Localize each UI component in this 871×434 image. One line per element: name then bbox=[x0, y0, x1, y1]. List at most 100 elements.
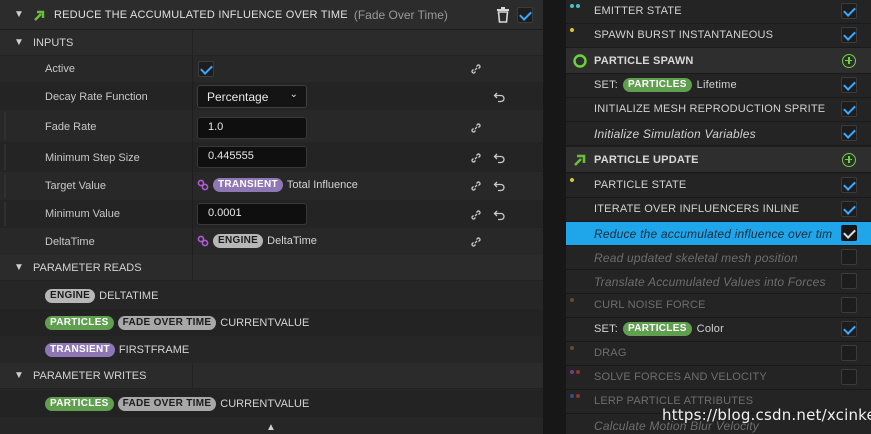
link-icon[interactable] bbox=[470, 236, 482, 248]
stack-item-spawn-burst[interactable]: SPAWN BURST INSTANTANEOUS bbox=[566, 24, 871, 48]
chevron-down-icon[interactable]: ▼ bbox=[12, 37, 26, 48]
stack-item-curl-noise[interactable]: CURL NOISE FORCE bbox=[566, 294, 871, 318]
stage-label: PARTICLE UPDATE bbox=[594, 154, 699, 166]
stack-item-enabled-checkbox[interactable] bbox=[841, 345, 857, 361]
chevron-down-icon[interactable]: ▼ bbox=[12, 262, 26, 273]
stack-item-emitter-state[interactable]: EMITTER STATE bbox=[566, 0, 871, 24]
stack-item-solve-forces[interactable]: SOLVE FORCES AND VELOCITY bbox=[566, 366, 871, 390]
panel-splitter[interactable] bbox=[543, 0, 566, 434]
stack-item-drag[interactable]: DRAG bbox=[566, 342, 871, 366]
column-divider bbox=[192, 82, 193, 110]
link-icon[interactable] bbox=[470, 63, 482, 75]
link-icon[interactable] bbox=[470, 209, 482, 221]
section-label: PARAMETER WRITES bbox=[33, 369, 147, 382]
module-enabled-checkbox[interactable] bbox=[517, 7, 533, 23]
namespace-badge: TRANSIENT bbox=[45, 342, 115, 357]
collapse-chevron-icon[interactable]: ▼ bbox=[12, 9, 26, 20]
stack-item-enabled-checkbox[interactable] bbox=[841, 3, 857, 19]
stack-item-enabled-checkbox[interactable] bbox=[841, 177, 857, 193]
update-arrow-icon bbox=[34, 10, 45, 21]
trash-icon[interactable] bbox=[496, 7, 510, 23]
stack-item-enabled-checkbox[interactable] bbox=[841, 101, 857, 117]
column-divider bbox=[192, 30, 193, 56]
reset-icon[interactable] bbox=[493, 91, 506, 103]
linked-parameter-icon bbox=[197, 235, 209, 247]
stack-item-enabled-checkbox[interactable] bbox=[841, 273, 857, 289]
minimum-value-input[interactable]: 0.0001 bbox=[197, 203, 307, 225]
module-subtitle: (Fade Over Time) bbox=[353, 7, 448, 22]
column-divider bbox=[192, 142, 193, 172]
stack-item-enabled-checkbox[interactable] bbox=[841, 125, 857, 141]
column-divider bbox=[192, 172, 193, 200]
watermark-text: https://blog.csdn.net/xcinkey bbox=[662, 406, 871, 424]
stack-item-set-color[interactable]: SET: PARTICLES Color bbox=[566, 318, 871, 342]
stack-item-label: CURL NOISE FORCE bbox=[594, 299, 706, 311]
stack-item-enabled-checkbox[interactable] bbox=[841, 225, 857, 241]
input-row-target-value: Target Value TRANSIENT Total Influence bbox=[0, 172, 543, 200]
stack-item-set-lifetime[interactable]: SET: PARTICLES Lifetime bbox=[566, 74, 871, 98]
stack-item-label: SPAWN BURST INSTANTANEOUS bbox=[594, 29, 774, 41]
add-module-icon[interactable] bbox=[842, 54, 856, 68]
link-icon[interactable] bbox=[470, 180, 482, 192]
linked-parameter-icon bbox=[197, 179, 209, 191]
active-checkbox[interactable] bbox=[198, 61, 214, 77]
minimum-step-size-input[interactable]: 0.445555 bbox=[197, 146, 307, 168]
namespace-badge: PARTICLES bbox=[623, 322, 692, 336]
reset-icon[interactable] bbox=[493, 209, 506, 221]
decay-rate-dropdown[interactable]: Percentage ⌄ bbox=[197, 85, 307, 108]
row-indent-bar bbox=[4, 144, 6, 170]
module-color-dots bbox=[570, 394, 580, 398]
module-color-dots bbox=[570, 346, 574, 350]
set-prefix: SET: bbox=[594, 79, 619, 91]
target-value-binding[interactable]: TRANSIENT Total Influence bbox=[197, 178, 358, 192]
stack-item-enabled-checkbox[interactable] bbox=[841, 27, 857, 43]
stage-label: PARTICLE SPAWN bbox=[594, 55, 694, 67]
namespace-badge: ENGINE bbox=[213, 234, 264, 248]
stack-item-enabled-checkbox[interactable] bbox=[841, 369, 857, 385]
chevron-up-icon[interactable]: ▲ bbox=[266, 422, 276, 433]
column-divider bbox=[192, 363, 193, 389]
input-label: Fade Rate bbox=[45, 121, 97, 133]
row-indent-bar bbox=[4, 174, 6, 198]
input-row-active: Active bbox=[0, 56, 543, 82]
stack-item-enabled-checkbox[interactable] bbox=[841, 249, 857, 265]
parameter-read-row: TRANSIENT FIRSTFRAME bbox=[0, 336, 543, 363]
input-row-minimum-value: Minimum Value 0.0001 bbox=[0, 200, 543, 228]
stack-item-label: EMITTER STATE bbox=[594, 5, 682, 17]
stack-item-iterate-influencers[interactable]: ITERATE OVER INFLUENCERS INLINE bbox=[566, 198, 871, 222]
module-header[interactable]: ▼ REDUCE THE ACCUMULATED INFLUENCE OVER … bbox=[0, 0, 543, 30]
stack-item-enabled-checkbox[interactable] bbox=[841, 297, 857, 313]
stack-item-particle-state[interactable]: PARTICLE STATE bbox=[566, 174, 871, 198]
module-title: REDUCE THE ACCUMULATED INFLUENCE OVER TI… bbox=[54, 8, 348, 21]
parameter-write-row: PARTICLES FADE OVER TIME CURRENTVALUE bbox=[0, 390, 543, 417]
delta-time-binding[interactable]: ENGINE DeltaTime bbox=[197, 234, 317, 248]
input-label: DeltaTime bbox=[45, 236, 95, 248]
reset-icon[interactable] bbox=[493, 180, 506, 192]
chevron-down-icon[interactable]: ▼ bbox=[12, 370, 26, 381]
stack-item-init-mesh-sprite[interactable]: INITIALIZE MESH REPRODUCTION SPRITE bbox=[566, 98, 871, 122]
chevron-down-icon: ⌄ bbox=[289, 89, 298, 100]
stack-item-init-sim-vars[interactable]: Initialize Simulation Variables bbox=[566, 122, 871, 146]
stage-particle-update[interactable]: PARTICLE UPDATE bbox=[566, 147, 871, 173]
stack-item-read-skeletal[interactable]: Read updated skeletal mesh position bbox=[566, 246, 871, 270]
stack-item-label: PARTICLE STATE bbox=[594, 179, 687, 191]
stack-item-enabled-checkbox[interactable] bbox=[841, 201, 857, 217]
link-icon[interactable] bbox=[470, 152, 482, 164]
update-stage-icon bbox=[574, 154, 586, 166]
reset-icon[interactable] bbox=[493, 152, 506, 164]
dropdown-value: Percentage bbox=[207, 90, 269, 104]
fade-rate-input[interactable]: 1.0 bbox=[197, 117, 307, 139]
stack-item-reduce-influence-selected[interactable]: Reduce the accumulated influence over ti… bbox=[566, 222, 871, 246]
parameter-read-row: ENGINE DELTATIME bbox=[0, 282, 543, 309]
parameter-reads-section-header[interactable]: ▼ PARAMETER READS bbox=[0, 255, 543, 281]
add-module-icon[interactable] bbox=[842, 153, 856, 167]
stack-item-enabled-checkbox[interactable] bbox=[841, 321, 857, 337]
stack-item-enabled-checkbox[interactable] bbox=[841, 77, 857, 93]
link-icon[interactable] bbox=[470, 122, 482, 134]
parameter-name: Color bbox=[696, 323, 724, 335]
parameter-writes-section-header[interactable]: ▼ PARAMETER WRITES bbox=[0, 363, 543, 389]
inputs-section-header[interactable]: ▼ INPUTS bbox=[0, 30, 543, 56]
stack-item-translate-values[interactable]: Translate Accumulated Values into Forces bbox=[566, 270, 871, 294]
parameter-name: CURRENTVALUE bbox=[220, 316, 310, 329]
stage-particle-spawn[interactable]: PARTICLE SPAWN bbox=[566, 48, 871, 74]
